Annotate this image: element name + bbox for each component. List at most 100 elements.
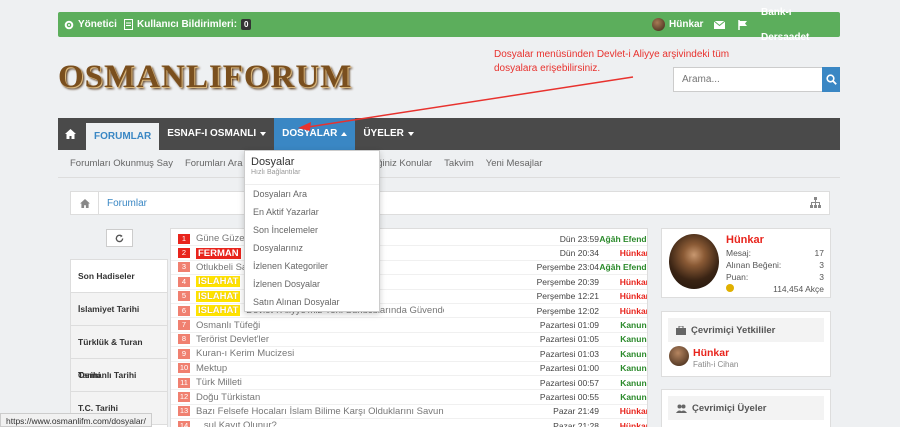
topic-user[interactable]: Hünkar (599, 291, 647, 301)
dropdown-item-watched-files[interactable]: İzlenen Dosyalar (245, 275, 379, 293)
flag-icon (738, 19, 747, 30)
sitemap-icon[interactable] (810, 197, 821, 208)
avatar[interactable] (669, 234, 719, 289)
topic-user[interactable]: Kanuni (599, 334, 647, 344)
nav-home[interactable] (58, 118, 82, 150)
breadcrumb-home[interactable] (71, 192, 99, 214)
briefcase-icon (676, 325, 686, 335)
tab-members[interactable]: ÜYELER (355, 118, 422, 150)
dropdown-item-top-authors[interactable]: En Aktif Yazarlar (245, 203, 379, 221)
dropdown-item-your-files[interactable]: Dosyalarınız (245, 239, 379, 257)
topic-time: Pazar 21:49 (553, 406, 599, 417)
topic-user[interactable]: Kanuni (599, 320, 647, 330)
rank-badge: 8 (178, 334, 190, 345)
prefix-tag: FERMAN (196, 247, 241, 259)
table-row[interactable]: 6ISLAHAT Devlet-i Aliyye'miz Yeni Sunucu… (171, 304, 647, 319)
inbox-button[interactable] (714, 12, 725, 37)
stat-messages-value: 17 (814, 248, 824, 258)
staff-name[interactable]: Hünkar (693, 347, 729, 359)
dropdown-item-latest-reviews[interactable]: Son İncelemeler (245, 221, 379, 239)
topic-user[interactable]: Hünkar (599, 248, 647, 258)
table-row[interactable]: 8 Terörist Devlet'ler Pazartesi 01:05 Kanun… (171, 333, 647, 348)
breadcrumb-forums[interactable]: Forumlar (99, 198, 147, 209)
topic-title[interactable]: Kuran-ı Kerim Mucizesi (196, 348, 444, 359)
table-row[interactable]: 10 Mektup Pazartesi 01:00 Kanuni (171, 362, 647, 376)
rank-badge: 9 (178, 348, 190, 359)
table-row[interactable]: 7 Osmanlı Tüfeği Pazartesi 01:09 Kanuni (171, 318, 647, 333)
search-box (673, 67, 840, 92)
avatar (652, 18, 665, 31)
subnav-mark-read[interactable]: Forumları Okunmuş Say (70, 158, 173, 169)
topic-list: 1 Güne Güzel B Dün 23:59 Ağâh Efendi 2 FERMAN… (170, 228, 648, 427)
table-row[interactable]: 12 Doğu Türkistan Pazartesi 00:55 Kanuni (171, 390, 647, 405)
bank-link[interactable]: Bank-ı Dersaadet (761, 7, 840, 43)
sub-nav: Forumları Okunmuş Say Forumları Ara tiği… (58, 150, 840, 178)
dropdown-item-purchased-files[interactable]: Satın Alınan Dosyalar (245, 293, 379, 311)
table-row[interactable]: 13 Bazı Felsefe Hocaları İslam Bilime Kar… (171, 405, 647, 420)
topic-title[interactable]: Mektup (196, 363, 444, 374)
table-row[interactable]: 1 Güne Güzel B Dün 23:59 Ağâh Efendi (171, 232, 647, 247)
table-row[interactable]: 5ISLAHAT BPerşembe 12:21Hünkar (171, 290, 647, 304)
tab-forums[interactable]: FORUMLAR (86, 123, 160, 150)
avatar[interactable] (669, 346, 689, 366)
topic-title[interactable]: Türk Milleti (196, 377, 444, 388)
topic-time: Pazartesi 01:05 (539, 334, 599, 345)
subnav-calendar[interactable]: Takvim (444, 158, 474, 169)
topic-user[interactable]: Hünkar (599, 421, 647, 427)
topic-user[interactable]: Kanuni (599, 392, 647, 402)
topic-user[interactable]: Hünkar (599, 277, 647, 287)
alerts-button[interactable] (738, 12, 748, 37)
user-reports-link[interactable]: Kullanıcı Bildirimleri: 0 (124, 12, 252, 37)
table-row[interactable]: 4ISLAHAT FPerşembe 20:39Hünkar (171, 275, 647, 290)
topic-user[interactable]: Hünkar (599, 306, 647, 316)
dropdown-item-watched-categories[interactable]: İzlenen Kategoriler (245, 257, 379, 275)
topic-user[interactable]: Kanuni (599, 363, 647, 373)
topic-time: Perşembe 12:02 (536, 305, 599, 316)
tab-files[interactable]: DOSYALAR (274, 118, 356, 150)
topic-title[interactable]: ...sul Kayıt Olunur? (196, 420, 444, 427)
topic-user[interactable]: Hünkar (599, 406, 647, 416)
sidebar-item-turk[interactable]: Türklük & Turan Tarihi (71, 326, 167, 380)
subnav-search-forums[interactable]: Forumları Ara (185, 158, 243, 169)
topic-user[interactable]: Ağâh Efendi (599, 234, 647, 244)
site-logo[interactable]: OSMANLIFORUM (58, 56, 352, 98)
gear-icon (64, 20, 74, 29)
table-row[interactable]: 9 Kuran-ı Kerim Mucizesi Pazartesi 01:03 Ka… (171, 347, 647, 362)
profile-name[interactable]: Hünkar (726, 234, 764, 246)
search-button[interactable] (822, 67, 840, 92)
stat-points-value: 3 (819, 272, 824, 282)
table-row[interactable]: 3 Otlukbeli Sav Perşembe 23:04 Ağâh Efendi (171, 261, 647, 276)
topic-time: Perşembe 12:21 (536, 291, 599, 302)
topic-user[interactable]: Kanuni (599, 378, 647, 388)
tab-esnaf[interactable]: ESNAF-I OSMANLI (159, 118, 274, 150)
topic-title[interactable]: Osmanlı Tüfeği (196, 320, 444, 331)
sidebar-item-ottoman[interactable]: Osmanlı Tarihi (71, 359, 167, 392)
topic-title-text: ...sul Kayıt Olunur? (196, 420, 277, 427)
profile-card: Hünkar Mesaj: 17 Alınan Beğeni: 3 Puan: 3 1… (661, 228, 831, 298)
topic-user[interactable]: Ağâh Efendi (599, 262, 647, 272)
caret-down-icon (407, 132, 414, 136)
online-members-title: Çevrimiçi Üyeler (692, 402, 767, 414)
topic-title[interactable]: Terörist Devlet'ler (196, 334, 444, 345)
table-row[interactable]: 14 ...sul Kayıt Olunur? Pazar 21:28 Hünkar (171, 419, 647, 427)
rank-badge: 1 (178, 233, 190, 244)
refresh-button[interactable] (106, 229, 133, 247)
search-input[interactable] (673, 67, 822, 92)
subnav-watched-threads[interactable]: tiğiniz Konular (373, 158, 433, 169)
topic-title[interactable]: Bazı Felsefe Hocaları İslam Bilime Karşı… (196, 406, 444, 417)
table-row[interactable]: 11 Türk Milleti Pazartesi 00:57 Kanuni (171, 376, 647, 391)
user-menu[interactable]: Hünkar (652, 12, 703, 37)
sidebar-item-islam[interactable]: İslamiyet Tarihi (71, 293, 167, 326)
admin-link[interactable]: Yönetici (64, 12, 117, 37)
sidebar-item-recent[interactable]: Son Hadiseler (71, 260, 167, 293)
table-row[interactable]: 2FERMAN FDün 20:34Hünkar (171, 246, 647, 261)
dropdown-title[interactable]: Dosyalar (251, 156, 373, 168)
online-staff-title: Çevrimiçi Yetkililer (691, 324, 776, 336)
topic-user[interactable]: Kanuni (599, 349, 647, 359)
subnav-new-posts[interactable]: Yeni Mesajlar (486, 158, 543, 169)
topic-title[interactable]: Doğu Türkistan (196, 392, 444, 403)
home-icon (64, 129, 76, 139)
dropdown-item-search-files[interactable]: Dosyaları Ara (245, 185, 379, 203)
user-name: Hünkar (669, 19, 704, 30)
document-icon (124, 19, 133, 30)
